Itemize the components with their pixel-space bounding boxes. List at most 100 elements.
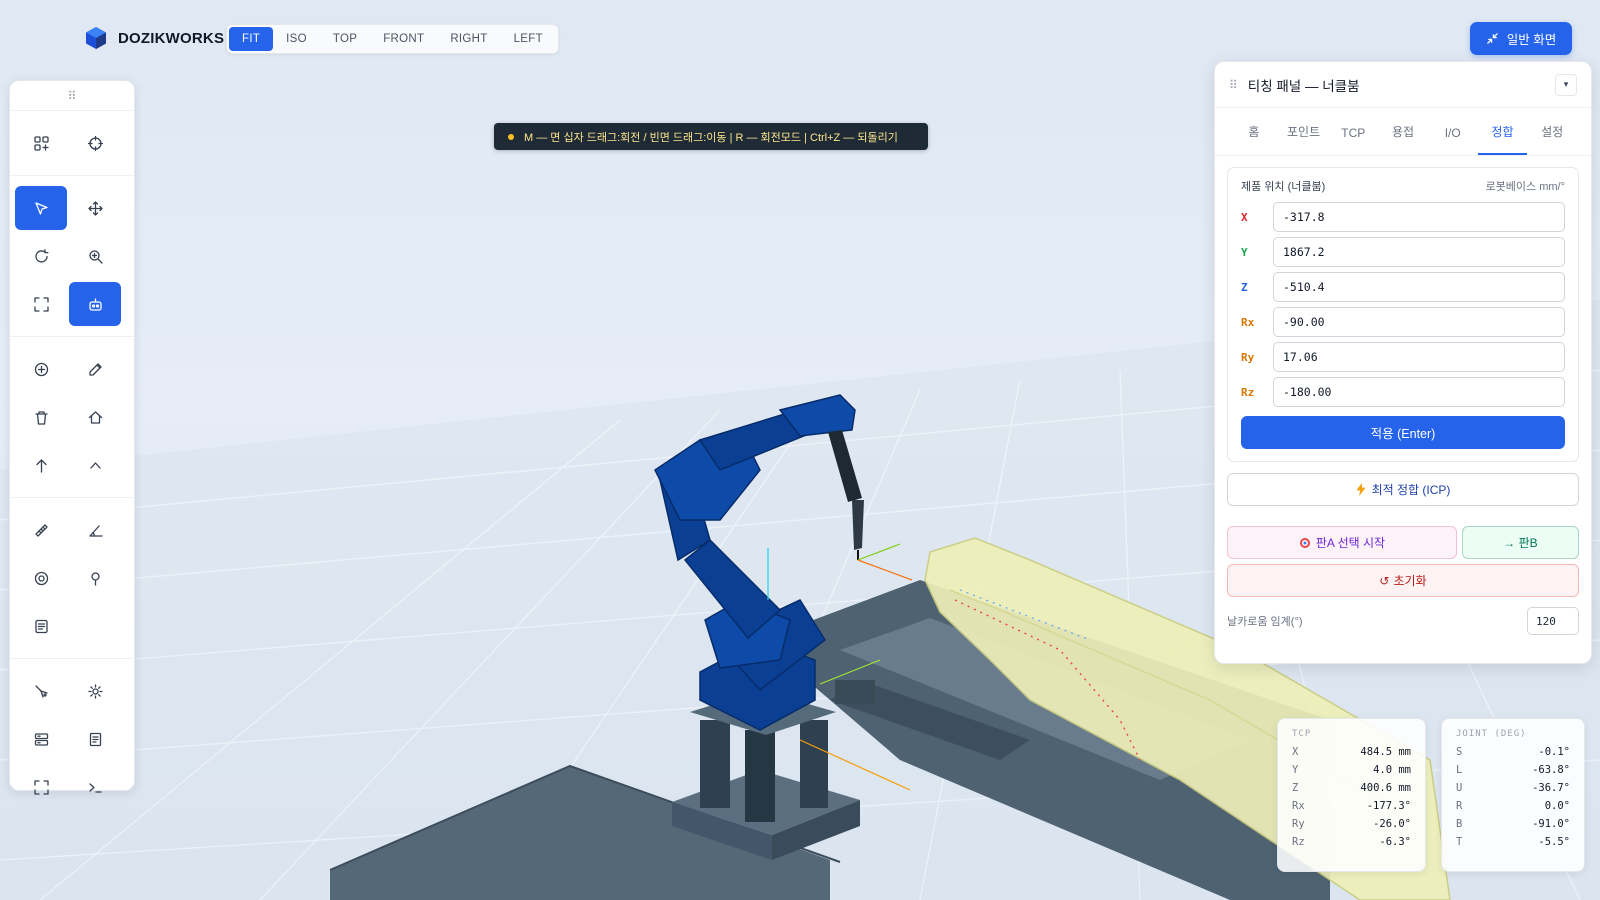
joint-key: B [1456, 818, 1463, 830]
home-tool-button[interactable] [69, 395, 121, 439]
hint-dot-icon [508, 133, 514, 140]
settings-tool-button[interactable] [69, 669, 121, 713]
target-icon [1299, 537, 1310, 548]
angle-tool-button[interactable] [69, 508, 121, 552]
position-input-rz[interactable] [1273, 377, 1565, 407]
move-icon [87, 200, 103, 216]
collapse-button[interactable]: ▾ [1555, 73, 1577, 96]
icp-align-button[interactable]: 최적 정합 (ICP) [1227, 473, 1579, 506]
plate-b-button[interactable]: → 판B [1462, 526, 1579, 559]
field-label-rz: Rz [1241, 385, 1255, 399]
panel-tab-1[interactable]: 홈 [1229, 123, 1279, 155]
panel-tab-3[interactable]: TCP [1328, 126, 1378, 155]
tool-tool-button[interactable] [15, 669, 67, 713]
toolbar-group-4 [10, 498, 134, 659]
tcp-readout: TCP X 484.5 mm Y 4.0 mm Z 400.6 mm Rx -177.3° Ry… [1277, 718, 1426, 872]
threshold-input[interactable]: 120 [1527, 607, 1579, 635]
joint-row: L -63.8° [1456, 764, 1570, 782]
chevron-up-tool-button[interactable] [69, 443, 121, 487]
joint-value: 0.0° [1544, 800, 1570, 812]
normal-view-label: 일반 화면 [1506, 33, 1557, 47]
expand-icon [33, 779, 49, 795]
tcp-value: 400.6 mm [1360, 782, 1411, 794]
panel-tab-7[interactable]: 설정 [1527, 123, 1577, 155]
position-field-row: Rx [1241, 307, 1565, 337]
edit-tool-button[interactable] [69, 347, 121, 391]
tcp-key: Y [1292, 764, 1299, 776]
arrow-up-icon [35, 458, 47, 473]
list-icon [34, 619, 48, 633]
joint-title: JOINT (DEG) [1456, 729, 1527, 739]
trash-tool-button[interactable] [15, 395, 67, 439]
tcp-value: -26.0° [1373, 818, 1411, 830]
joint-row: S -0.1° [1456, 746, 1570, 764]
add-circle-tool-button[interactable] [15, 347, 67, 391]
tcp-value: -177.3° [1366, 800, 1411, 812]
view-tab-top[interactable]: TOP [320, 27, 370, 51]
position-input-x[interactable] [1273, 202, 1565, 232]
storage-tool-button[interactable] [15, 717, 67, 761]
move-tool-button[interactable] [69, 186, 121, 230]
terminal-tool-button[interactable] [69, 765, 121, 809]
field-label-ry: Ry [1241, 350, 1255, 364]
threshold-label: 날카로움 임계(°) [1227, 616, 1303, 628]
rotate-tool-button[interactable] [15, 234, 67, 278]
position-input-ry[interactable] [1273, 342, 1565, 372]
panel-tab-5[interactable]: I/O [1428, 126, 1478, 155]
view-tab-right[interactable]: RIGHT [437, 27, 500, 51]
view-tab-left[interactable]: LEFT [501, 27, 556, 51]
icp-label: 최적 정합 (ICP) [1371, 483, 1451, 497]
drag-handle-icon[interactable]: ⠿ [10, 81, 134, 111]
position-input-y[interactable] [1273, 237, 1565, 267]
tcp-key: Z [1292, 782, 1299, 794]
rotate-icon [34, 248, 48, 263]
pin-tool-button[interactable] [69, 556, 121, 600]
expand-tool-button[interactable] [15, 765, 67, 809]
panel-tab-6[interactable]: 정합 [1477, 123, 1528, 155]
position-card: 제품 위치 (너클붐) 로봇베이스 mm/° X Y Z Rx Ry Rz 적용 (Ent… [1227, 167, 1579, 462]
view-tab-iso[interactable]: ISO [273, 27, 320, 51]
position-input-z[interactable] [1273, 272, 1565, 302]
apply-button[interactable]: 적용 (Enter) [1241, 416, 1565, 449]
left-toolbar: ⠿ [9, 80, 135, 795]
view-tab-front[interactable]: FRONT [370, 27, 437, 51]
panel-tabs: 홈 포인트 TCP 용접 I/O 정합 설정 [1215, 108, 1591, 156]
drag-handle-icon[interactable]: ⠿ [1229, 78, 1238, 92]
crosshair-tool-button[interactable] [69, 121, 121, 165]
reset-button[interactable]: ↺ 초기화 [1227, 564, 1579, 597]
robot-tool-button[interactable] [69, 282, 121, 326]
crosshair-icon [87, 135, 103, 151]
view-tab-fit[interactable]: FIT [229, 27, 274, 51]
cube-logo-icon [86, 27, 106, 49]
joint-readout: JOINT (DEG) S -0.1° L -63.8° U -36.7° R 0.0° B -9… [1441, 718, 1585, 872]
joint-key: T [1456, 836, 1463, 848]
panel-tab-4[interactable]: 용접 [1378, 123, 1428, 155]
fullscreen-tool-button[interactable] [15, 282, 67, 326]
document-tool-button[interactable] [69, 717, 121, 761]
joint-value: -63.8° [1532, 764, 1570, 776]
plate-a-select-button[interactable]: 판A 선택 시작 [1227, 526, 1457, 559]
normal-view-button[interactable]: 일반 화면 [1470, 22, 1572, 55]
ruler-tool-button[interactable] [15, 508, 67, 552]
cursor-tool-button[interactable] [15, 186, 67, 230]
toolbar-group-3 [10, 337, 134, 498]
position-input-rx[interactable] [1273, 307, 1565, 337]
joint-row: B -91.0° [1456, 818, 1570, 836]
panel-title: 티칭 패널 — 너클붐 [1247, 78, 1360, 94]
grid-add-tool-button[interactable] [15, 121, 67, 165]
panel-tab-2[interactable]: 포인트 [1279, 123, 1329, 155]
joint-key: L [1456, 764, 1463, 776]
cursor-icon [34, 201, 48, 215]
panel-header[interactable]: ⠿ 티칭 패널 — 너클붐 ▾ [1215, 62, 1591, 108]
list-tool-button[interactable] [15, 604, 67, 648]
home-icon [88, 410, 102, 424]
settings-icon [87, 683, 103, 699]
zoom-tool-button[interactable] [69, 234, 121, 278]
arrow-up-tool-button[interactable] [15, 443, 67, 487]
joint-row: U -36.7° [1456, 782, 1570, 800]
zoom-icon [88, 249, 103, 264]
brand-name: DOZIKWORKS [118, 29, 225, 47]
position-field-row: Ry [1241, 342, 1565, 372]
target-tool-button[interactable] [15, 556, 67, 600]
tool-icon [34, 684, 48, 698]
